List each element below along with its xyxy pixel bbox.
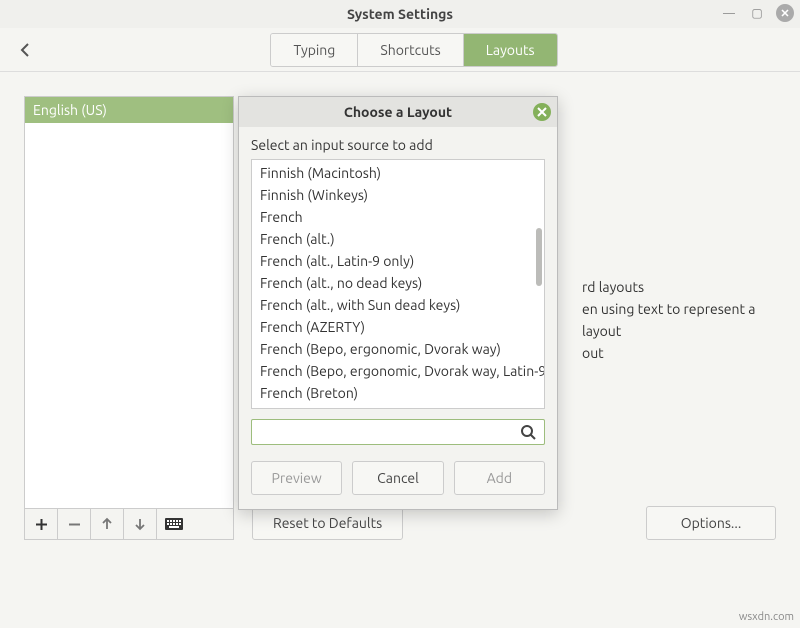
header: Typing Shortcuts Layouts [0, 28, 800, 72]
maximize-icon[interactable]: ▢ [748, 4, 766, 22]
window-controls: — ▢ ✕ [720, 4, 794, 22]
list-item[interactable]: Finnish (Winkeys) [258, 184, 538, 206]
list-item[interactable]: French [258, 206, 538, 228]
move-down-button[interactable] [124, 509, 157, 539]
back-button[interactable] [12, 36, 40, 64]
remove-layout-button[interactable] [58, 509, 91, 539]
tab-shortcuts[interactable]: Shortcuts [358, 34, 463, 66]
titlebar: System Settings — ▢ ✕ [0, 0, 800, 28]
preview-button[interactable]: Preview [251, 461, 342, 495]
window-title: System Settings [347, 6, 453, 22]
reset-defaults-button[interactable]: Reset to Defaults [252, 506, 403, 540]
left-column: English (US) [24, 96, 234, 540]
dialog-title: Choose a Layout [344, 104, 452, 120]
minimize-icon[interactable]: — [720, 4, 738, 22]
dialog-close-button[interactable] [533, 103, 551, 121]
options-button[interactable]: Options... [646, 506, 776, 540]
search-input[interactable] [260, 424, 520, 440]
hint-line-3: out [582, 342, 776, 364]
tabs: Typing Shortcuts Layouts [270, 33, 557, 67]
layout-item-selected[interactable]: English (US) [25, 97, 233, 123]
list-item[interactable]: French (Bepo, ergonomic, Dvorak way) [258, 338, 538, 360]
close-icon[interactable]: ✕ [776, 4, 794, 22]
list-item[interactable]: French (alt., no dead keys) [258, 272, 538, 294]
hint-line-2: en using text to represent a layout [582, 298, 776, 342]
tab-typing[interactable]: Typing [271, 34, 358, 66]
background-hints: rd layouts en using text to represent a … [582, 276, 776, 364]
dialog-buttons: Preview Cancel Add [251, 461, 545, 495]
close-icon [537, 107, 547, 117]
list-item[interactable]: French (alt.) [258, 228, 538, 250]
arrow-down-icon [133, 517, 147, 531]
dialog-header: Choose a Layout [239, 97, 557, 127]
add-button[interactable]: Add [454, 461, 545, 495]
list-item[interactable]: French (alt., with Sun dead keys) [258, 294, 538, 316]
hint-line-1: rd layouts [582, 276, 776, 298]
dialog-label: Select an input source to add [251, 137, 545, 153]
list-item[interactable]: Finnish (Macintosh) [258, 162, 538, 184]
layout-toolbar [24, 509, 234, 540]
tab-layouts[interactable]: Layouts [464, 34, 557, 66]
input-source-list[interactable]: Finnish (Macintosh) Finnish (Winkeys) Fr… [251, 159, 545, 409]
move-up-button[interactable] [91, 509, 124, 539]
dialog-body: Select an input source to add Finnish (M… [239, 127, 557, 509]
add-layout-button[interactable] [25, 509, 58, 539]
keyboard-icon [165, 518, 183, 530]
show-keyboard-button[interactable] [157, 509, 190, 539]
arrow-left-icon [18, 42, 34, 58]
scrollbar-thumb[interactable] [536, 228, 542, 286]
list-item[interactable]: French (Breton) [258, 382, 538, 404]
list-item[interactable]: French (Bepo, ergonomic, Dvorak way, Lat… [258, 360, 538, 382]
layout-list[interactable]: English (US) [24, 96, 234, 509]
search-icon [520, 424, 536, 440]
watermark: wsxdn.com [739, 611, 794, 623]
plus-icon [34, 517, 49, 532]
arrow-up-icon [100, 517, 114, 531]
search-row[interactable] [251, 419, 545, 445]
minus-icon [67, 517, 82, 532]
source-list-inner: Finnish (Macintosh) Finnish (Winkeys) Fr… [252, 160, 544, 406]
choose-layout-dialog: Choose a Layout Select an input source t… [238, 96, 558, 510]
list-item[interactable]: French (alt., Latin-9 only) [258, 250, 538, 272]
cancel-button[interactable]: Cancel [352, 461, 443, 495]
list-item[interactable]: French (AZERTY) [258, 316, 538, 338]
footer-row: Reset to Defaults Options... [252, 506, 776, 540]
